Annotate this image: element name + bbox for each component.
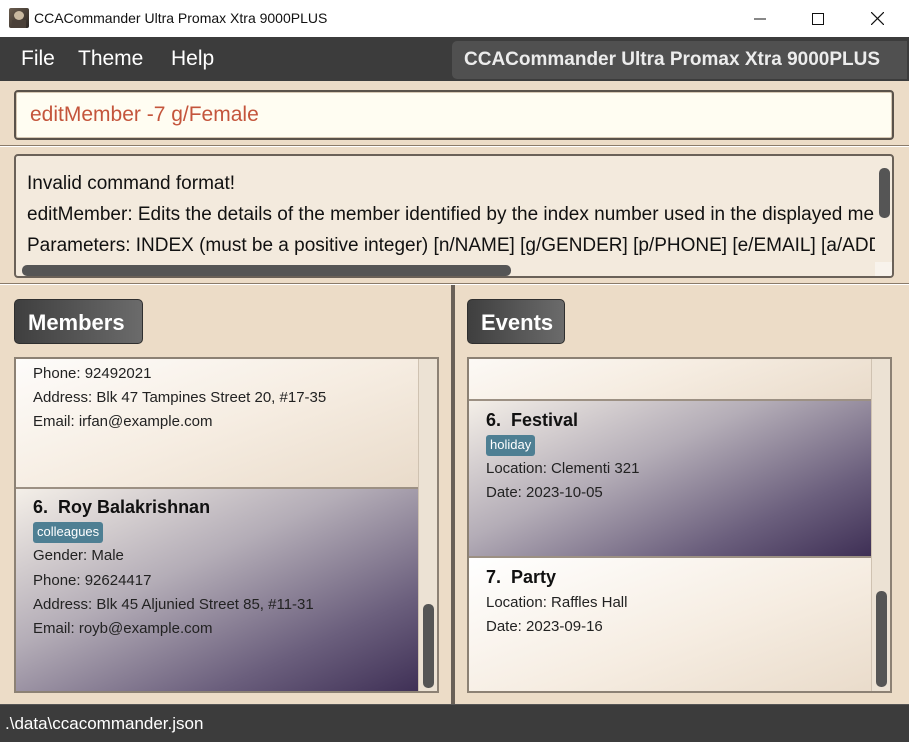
scrollbar-thumb[interactable]	[879, 168, 890, 218]
result-display[interactable]: Invalid command format! editMember: Edit…	[14, 154, 894, 278]
event-date: Date: 2023-09-16	[486, 618, 603, 635]
minimize-button[interactable]	[731, 0, 789, 37]
members-panel-title: Members	[28, 310, 125, 335]
window-title-bar: CCACommander Ultra Promax Xtra 9000PLUS	[0, 0, 909, 37]
close-button[interactable]	[848, 0, 906, 37]
scrollbar-corner	[875, 262, 892, 276]
data-file-path: .\data\ccacommander.json	[5, 714, 204, 733]
maximize-icon	[812, 12, 824, 25]
event-card[interactable]: 7. Party Location: Raffles Hall Date: 202…	[469, 558, 873, 691]
command-box-area	[0, 81, 909, 146]
app-name-banner: CCACommander Ultra Promax Xtra 9000PLUS	[452, 41, 907, 79]
events-list[interactable]: 6. Festival holiday Location: Clementi 32…	[467, 357, 892, 693]
maximize-button[interactable]	[789, 0, 847, 37]
event-index: 6.	[486, 410, 502, 430]
result-display-area: Invalid command format! editMember: Edit…	[0, 147, 909, 284]
close-icon	[870, 12, 884, 25]
event-title: 7. Party	[486, 567, 556, 588]
list-panels: Members Phone: 92492021 Address: Blk 47 …	[0, 285, 909, 704]
events-panel-title: Events	[481, 310, 554, 335]
member-index: 6.	[33, 497, 49, 517]
member-tag: colleagues	[33, 522, 104, 543]
scrollbar-thumb[interactable]	[22, 265, 511, 276]
window-title: CCACommander Ultra Promax Xtra 9000PLUS	[34, 10, 328, 26]
result-vertical-scrollbar[interactable]	[875, 158, 892, 262]
member-name: Roy Balakrishnan	[58, 497, 211, 517]
member-address: Address: Blk 47 Tampines Street 20, #17-…	[33, 389, 327, 406]
member-email: Email: irfan@example.com	[33, 413, 213, 430]
menu-file[interactable]: File	[21, 47, 55, 71]
event-tag: holiday	[486, 435, 536, 456]
event-title: 6. Festival	[486, 410, 578, 431]
member-phone: Phone: 92624417	[33, 572, 152, 589]
events-scrollbar[interactable]	[871, 359, 890, 691]
command-input[interactable]	[14, 90, 894, 140]
scrollbar-thumb[interactable]	[423, 604, 434, 688]
member-email: Email: royb@example.com	[33, 620, 213, 637]
member-card[interactable]: Phone: 92492021 Address: Blk 47 Tampines…	[16, 359, 420, 489]
event-index: 7.	[486, 567, 502, 587]
event-name: Festival	[511, 410, 579, 430]
members-panel-header: Members	[14, 299, 143, 344]
member-gender: Gender: Male	[33, 547, 124, 564]
events-panel-header: Events	[467, 299, 565, 344]
members-scrollbar[interactable]	[418, 359, 437, 691]
result-horizontal-scrollbar[interactable]	[18, 262, 875, 276]
menu-help[interactable]: Help	[171, 47, 214, 71]
event-name: Party	[511, 567, 557, 587]
app-portrait-icon	[9, 8, 29, 28]
member-card[interactable]: 6. Roy Balakrishnan colleagues Gender: Ma…	[16, 489, 420, 691]
status-bar: .\data\ccacommander.json	[0, 704, 909, 742]
menu-theme[interactable]: Theme	[78, 47, 143, 71]
member-title: 6. Roy Balakrishnan	[33, 497, 210, 518]
panel-divider[interactable]	[451, 285, 455, 704]
app-name-label: CCACommander Ultra Promax Xtra 9000PLUS	[464, 49, 881, 70]
event-card[interactable]: 6. Festival holiday Location: Clementi 32…	[469, 401, 873, 558]
members-list[interactable]: Phone: 92492021 Address: Blk 47 Tampines…	[14, 357, 439, 693]
event-location: Location: Raffles Hall	[486, 594, 628, 611]
event-location: Location: Clementi 321	[486, 460, 640, 477]
result-line: editMember: Edits the details of the mem…	[27, 204, 894, 225]
member-address: Address: Blk 45 Aljunied Street 85, #11-…	[33, 596, 314, 613]
result-line: Invalid command format!	[27, 173, 236, 194]
event-date: Date: 2023-10-05	[486, 484, 603, 501]
minimize-icon	[754, 18, 766, 19]
event-card-partial[interactable]	[469, 359, 873, 401]
result-line: Parameters: INDEX (must be a positive in…	[27, 235, 892, 256]
scrollbar-thumb[interactable]	[876, 591, 887, 687]
member-phone: Phone: 92492021	[33, 365, 152, 382]
